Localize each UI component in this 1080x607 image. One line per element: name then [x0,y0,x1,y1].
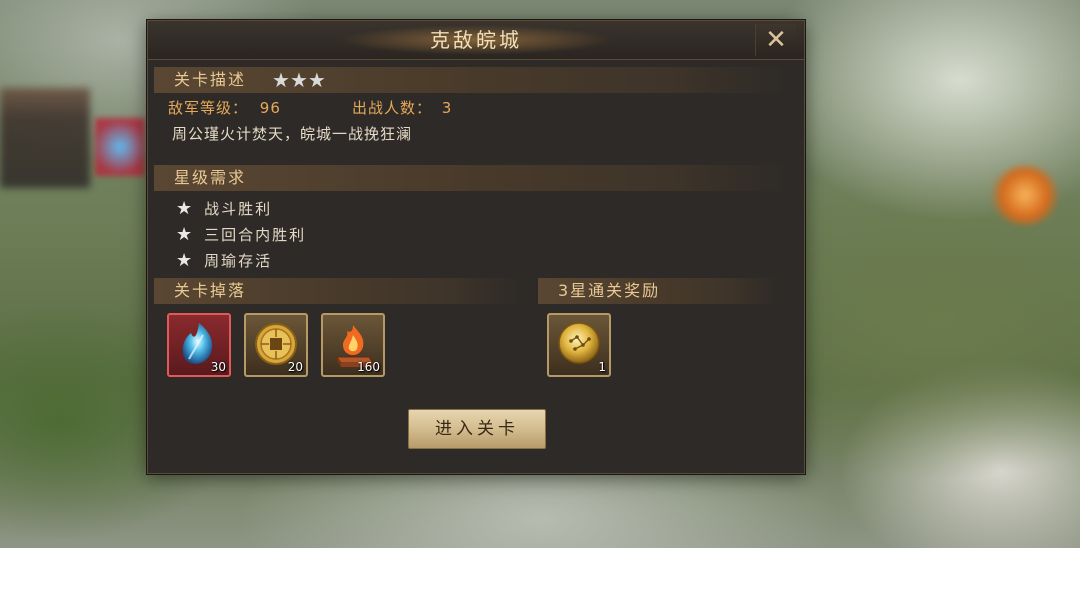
close-button[interactable]: ✕ [755,24,796,56]
requirement-text: 战斗胜利 [204,200,273,218]
requirement-item: ★ 战斗胜利 [176,197,272,221]
drop-item-gold-coin[interactable]: 20 [244,313,308,377]
level-description-text: 周公瑾火计焚天，皖城一战挽狂澜 [172,125,413,143]
requirement-item: ★ 三回合内胜利 [176,223,306,247]
drops-label: 关卡掉落 [174,281,247,300]
requirement-text: 三回合内胜利 [204,226,307,244]
item-count: 20 [287,360,303,374]
star-icon: ★ [272,68,290,92]
star-icon: ★ [307,68,326,92]
troop-count-label: 出战人数： [352,99,433,117]
close-icon: ✕ [765,25,787,55]
star-requirements-label: 星级需求 [174,168,247,187]
dialog-title-bar: 克敌皖城 ✕ [148,21,804,60]
item-count: 30 [210,360,226,374]
star-icon: ★ [176,198,195,219]
drops-header: 关卡掉落 [154,278,524,304]
item-count: 160 [357,360,380,374]
star-icon: ★ [176,250,195,271]
item-count: 1 [598,360,606,374]
three-star-reward-header: 3星通关奖励 [538,278,778,304]
star-rating: ★★★ [272,67,326,93]
background-campfire [990,165,1060,225]
stage-info-dialog: 克敌皖城 ✕ 关卡描述 ★★★ 敌军等级： 96 出战人数： 3 周公瑾火计焚天… [147,20,805,474]
drop-item-blue-crystal[interactable]: 30 [167,313,231,377]
three-star-reward-label: 3星通关奖励 [558,281,661,300]
requirement-text: 周瑜存活 [204,252,273,270]
dialog-title: 克敌皖城 [430,28,522,52]
enemy-level-value: 96 [259,99,281,117]
troop-count-value: 3 [441,99,453,117]
star-icon: ★ [289,68,308,92]
enemy-level: 敌军等级： 96 [168,97,281,118]
background-crystal-glow [95,118,145,176]
star-requirements-header: 星级需求 [154,165,794,191]
requirement-item: ★ 周瑜存活 [176,249,272,273]
troop-count: 出战人数： 3 [352,97,452,118]
enemy-level-label: 敌军等级： [168,99,249,117]
level-description-label: 关卡描述 [174,70,247,89]
star-icon: ★ [176,224,195,245]
background-building [0,88,90,188]
drop-item-fire-chest[interactable]: 160 [321,313,385,377]
reward-item-gold-medallion[interactable]: 1 [547,313,611,377]
level-description-header: 关卡描述 ★★★ [154,67,794,93]
enter-stage-button[interactable]: 进入关卡 [408,409,546,449]
